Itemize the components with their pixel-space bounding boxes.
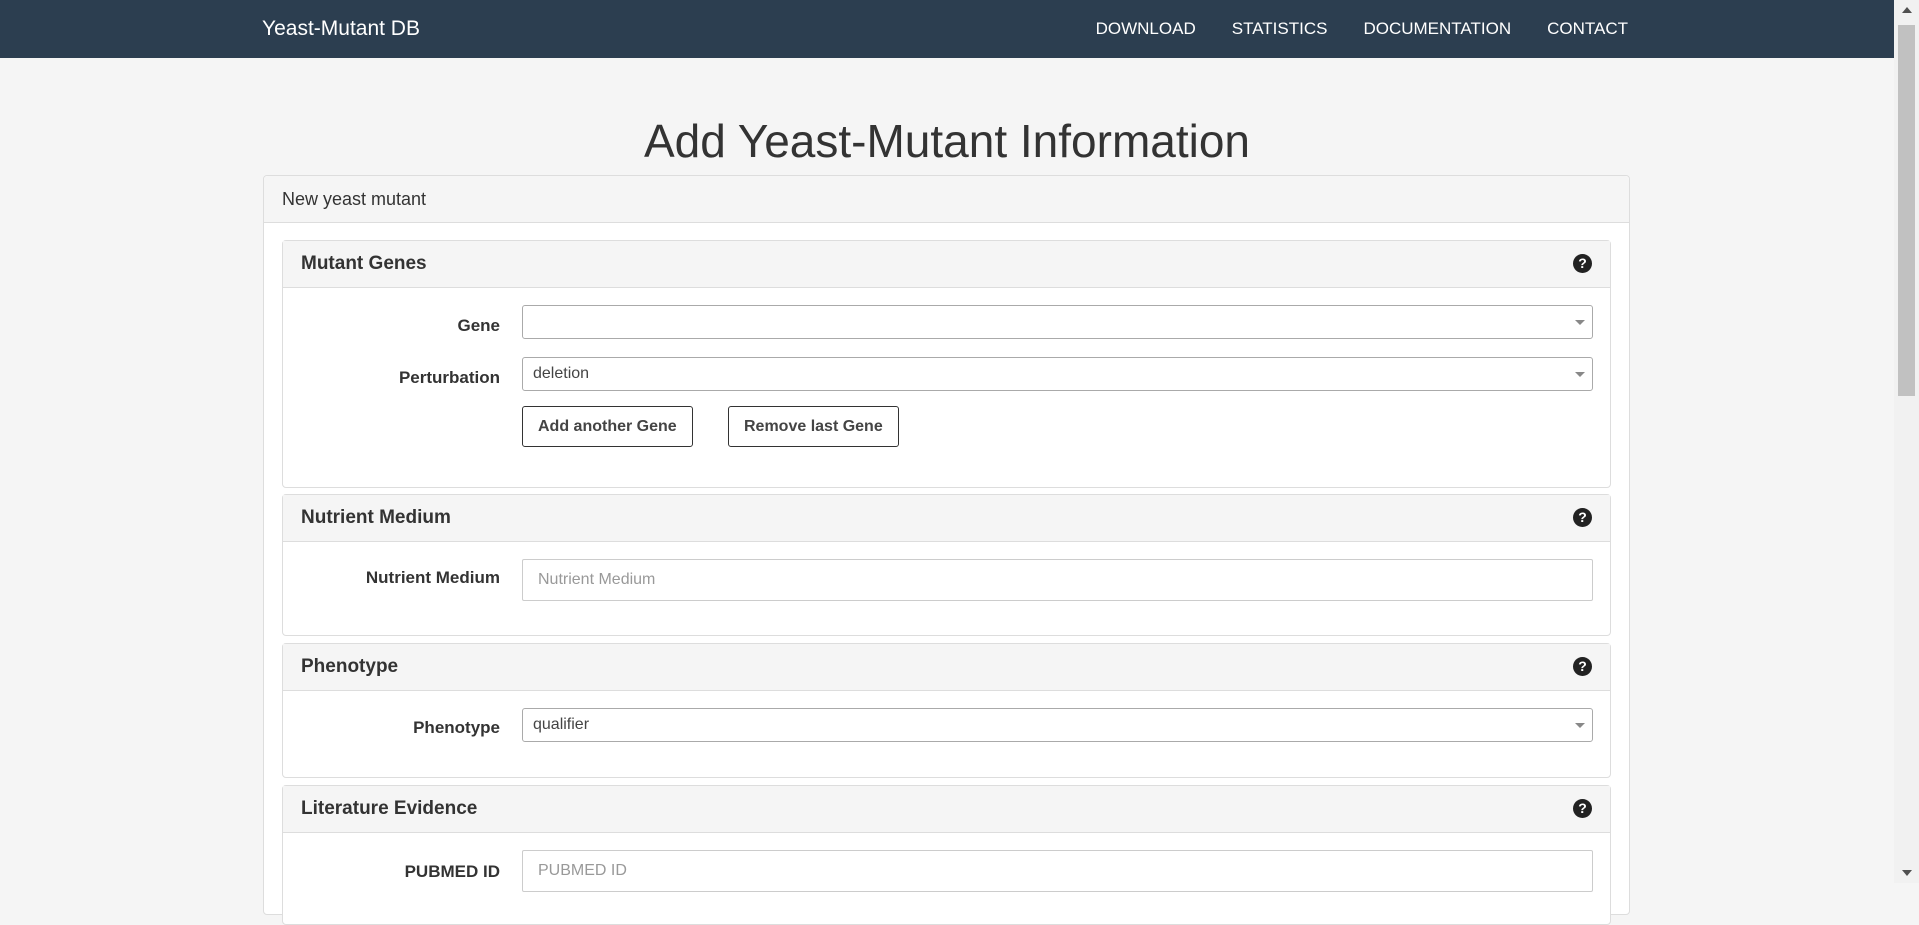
add-gene-button[interactable]: Add another Gene — [522, 406, 693, 447]
nutrient-medium-label: Nutrient Medium — [365, 568, 500, 587]
dropdown-arrow-icon — [1575, 723, 1585, 728]
question-circle-icon[interactable]: ? — [1573, 657, 1592, 676]
question-circle-icon[interactable]: ? — [1573, 799, 1592, 818]
phenotype-label: Phenotype — [413, 718, 500, 737]
top-navbar: Yeast-Mutant DB DOWNLOAD STATISTICS DOCU… — [0, 0, 1894, 58]
nav-download-link[interactable]: DOWNLOAD — [1096, 0, 1196, 58]
question-circle-icon[interactable]: ? — [1573, 508, 1592, 527]
scrollbar-thumb[interactable] — [1898, 25, 1915, 396]
section-heading: Literature Evidence ? — [283, 786, 1610, 833]
phenotype-select[interactable]: qualifier — [522, 708, 1593, 742]
pubmed-id-label: PUBMED ID — [404, 862, 500, 881]
dropdown-arrow-icon — [1575, 372, 1585, 377]
panel-heading: New yeast mutant — [264, 176, 1629, 223]
perturbation-select[interactable]: deletion — [522, 357, 1593, 391]
section-title: Phenotype — [301, 656, 399, 677]
gene-label: Gene — [457, 316, 500, 335]
remove-gene-button[interactable]: Remove last Gene — [728, 406, 899, 447]
mutant-genes-section: Mutant Genes ? Gene Perturbation deletio… — [282, 240, 1611, 488]
question-circle-icon[interactable]: ? — [1573, 254, 1592, 273]
phenotype-select-value: qualifier — [533, 716, 590, 733]
nav-links: DOWNLOAD STATISTICS DOCUMENTATION CONTAC… — [1060, 0, 1628, 58]
section-heading: Mutant Genes ? — [283, 241, 1610, 288]
section-heading: Phenotype ? — [283, 644, 1610, 691]
nav-statistics-link[interactable]: STATISTICS — [1232, 0, 1328, 58]
phenotype-section: Phenotype ? Phenotype qualifier — [282, 643, 1611, 778]
perturbation-select-value: deletion — [533, 365, 590, 382]
pubmed-id-input[interactable] — [522, 850, 1593, 892]
brand-link[interactable]: Yeast-Mutant DB — [262, 0, 420, 58]
page-title: Add Yeast-Mutant Information — [643, 115, 1251, 167]
perturbation-label: Perturbation — [398, 368, 500, 387]
section-title: Mutant Genes — [301, 253, 427, 274]
dropdown-arrow-icon — [1575, 320, 1585, 325]
nav-documentation-link[interactable]: DOCUMENTATION — [1363, 0, 1511, 58]
section-title: Literature Evidence — [301, 798, 478, 819]
scroll-up-arrow-icon[interactable] — [1902, 7, 1912, 13]
literature-evidence-section: Literature Evidence ? PUBMED ID — [282, 785, 1611, 925]
gene-select[interactable] — [522, 305, 1593, 339]
section-heading: Nutrient Medium ? — [283, 495, 1610, 542]
nav-contact-link[interactable]: CONTACT — [1547, 0, 1628, 58]
section-title: Nutrient Medium — [301, 507, 451, 528]
nutrient-medium-section: Nutrient Medium ? Nutrient Medium — [282, 494, 1611, 636]
nutrient-medium-input[interactable] — [522, 559, 1593, 601]
page-scrollbar[interactable] — [1894, 0, 1919, 883]
scroll-down-arrow-icon[interactable] — [1902, 870, 1912, 876]
